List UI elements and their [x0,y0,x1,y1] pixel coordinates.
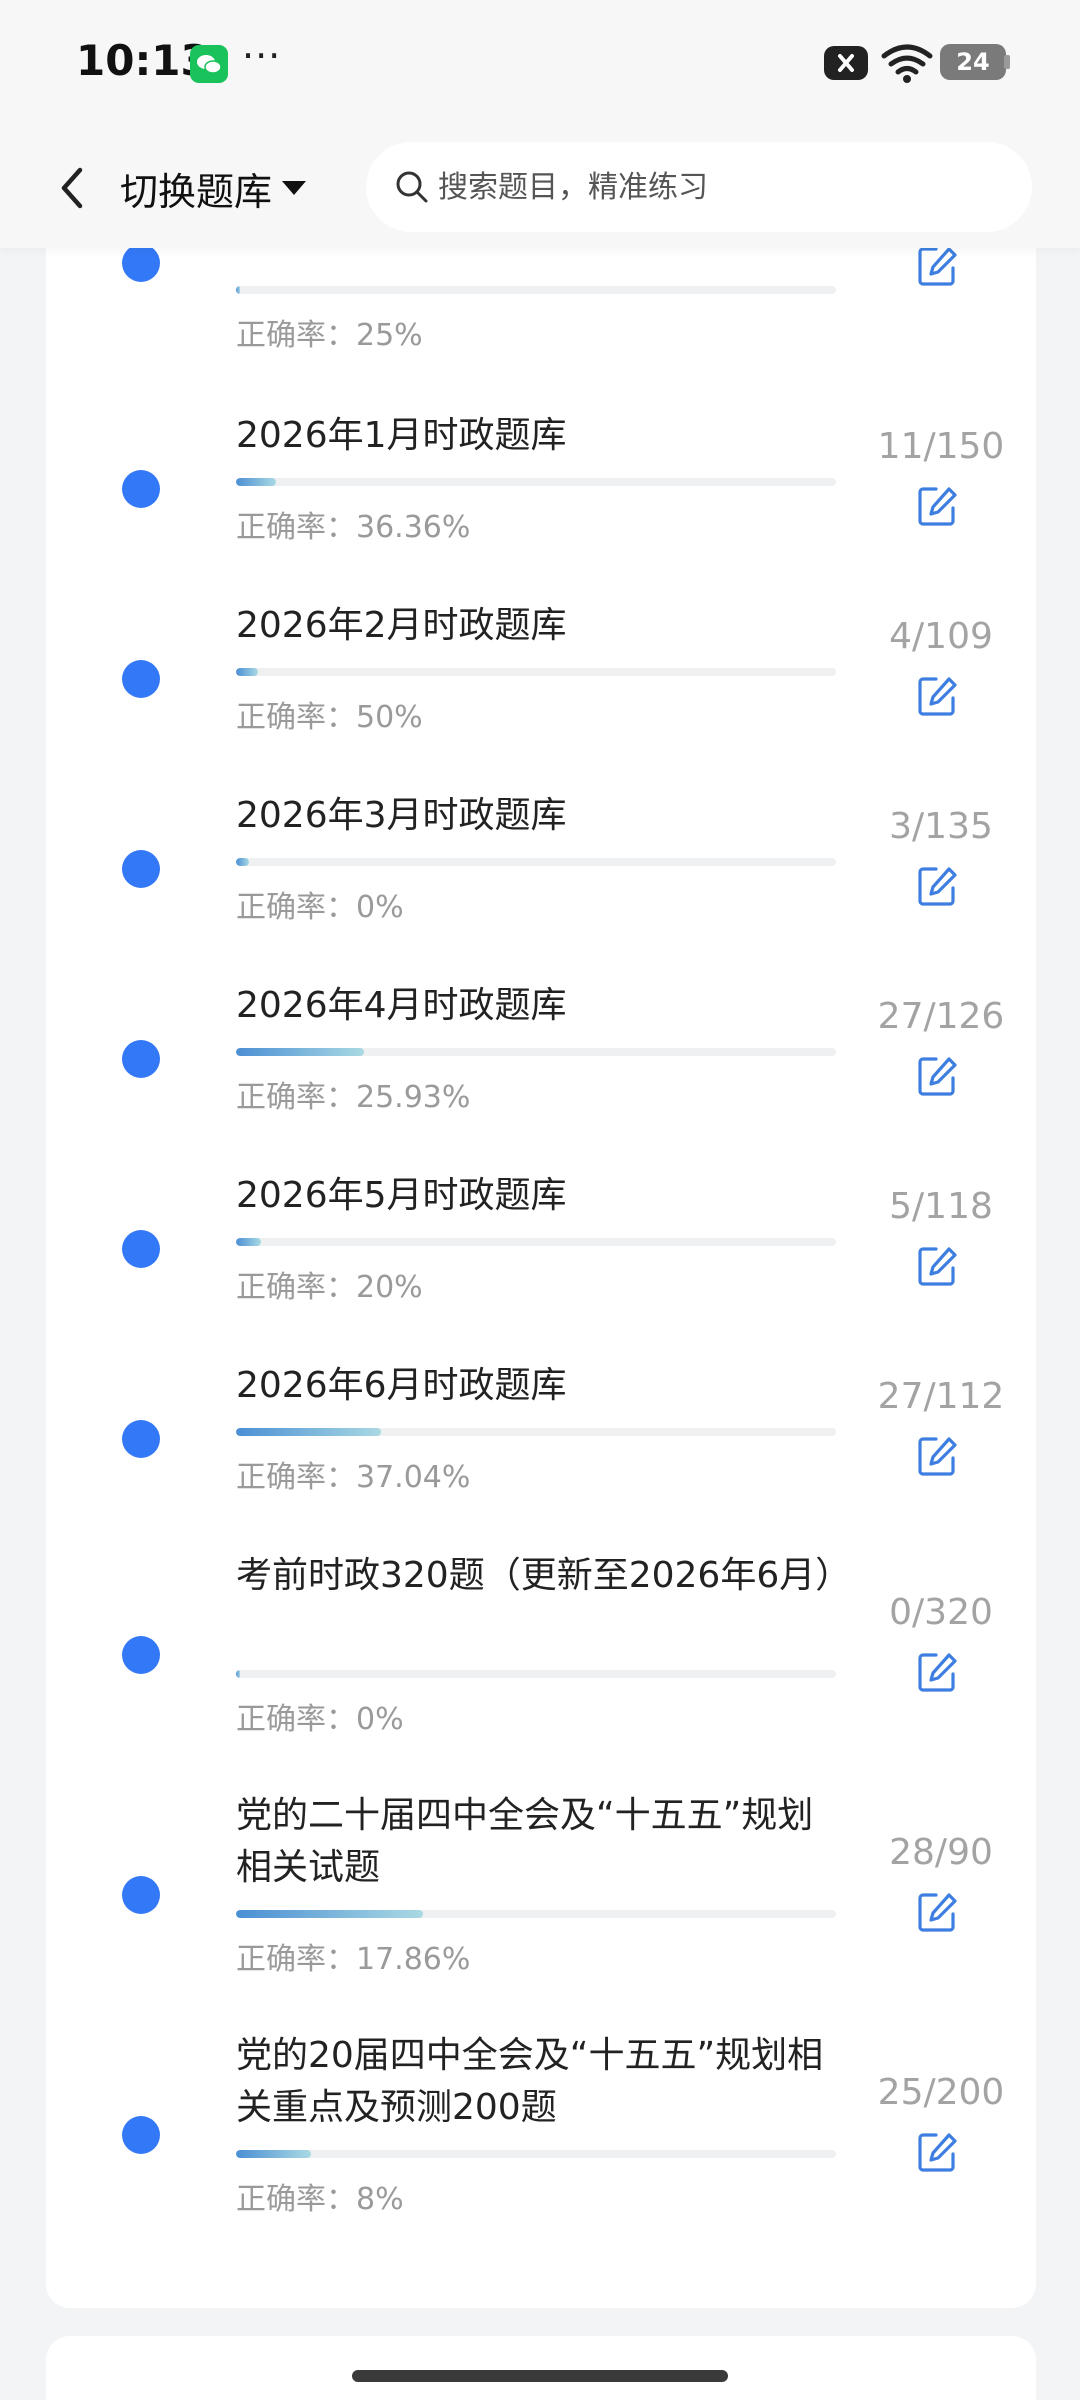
top-navigation: 切换题库 [0,128,1080,248]
question-bank-item[interactable]: 2026年3月时政题库正确率：0% 3/135 [46,790,1036,990]
progress-bar [236,1048,836,1056]
edit-practice-icon[interactable] [916,1650,960,1694]
status-dot [122,1876,160,1914]
status-dot [122,244,160,282]
wechat-icon [190,45,228,83]
question-bank-item[interactable]: 党的二十届四中全会及“十五五”规划相关试题正确率：17.86% 28/90 [46,1790,1036,1990]
accuracy-text: 正确率：25.93% [236,1080,471,1115]
progress-count: 0/320 [889,1592,993,1633]
accuracy-text: 正确率：17.86% [236,1942,471,1977]
question-bank-item[interactable]: 2026年5月时政题库正确率：20% 5/118 [46,1170,1036,1370]
switch-bank-dropdown[interactable]: 切换题库 [120,158,307,218]
accuracy-text: 正确率：20% [236,1270,423,1305]
accuracy-text: 正确率：50% [236,700,423,735]
progress-count: 25/200 [877,2072,1005,2113]
progress-bar [236,286,836,294]
accuracy-text: 正确率：37.04% [236,1460,471,1495]
edit-practice-icon[interactable] [916,1244,960,1288]
progress-fill [236,668,259,676]
back-arrow-icon[interactable] [44,158,104,218]
status-dot [122,1040,160,1078]
question-bank-item[interactable]: 党的20届四中全会及“十五五”规划相关重点及预测200题正确率：8% 25/200 [46,2030,1036,2230]
battery-level: 24 [956,48,990,76]
edit-practice-icon[interactable] [916,2130,960,2174]
status-dot [122,1420,160,1458]
progress-fill [236,478,277,486]
edit-practice-icon[interactable] [916,1054,960,1098]
accuracy-text: 正确率：25% [236,318,423,353]
item-title: 2026年6月时政题库 [236,1365,567,1406]
more-notifications-icon: ··· [242,34,282,78]
caret-down-icon [282,181,307,195]
search-bar[interactable] [366,142,1032,232]
item-title: 2026年5月时政题库 [236,1175,567,1216]
accuracy-text: 正确率：36.36% [236,510,471,545]
status-dot [122,660,160,698]
status-dot [122,1636,160,1674]
battery-icon: 24 [940,44,1006,80]
item-title: 2026年4月时政题库 [236,985,567,1026]
close-notification-icon [824,46,868,80]
progress-bar [236,1910,836,1918]
item-title: 2026年3月时政题库 [236,795,567,836]
progress-fill [236,1910,423,1918]
progress-count: 28/90 [889,1832,993,1873]
progress-bar [236,668,836,676]
status-dot [122,1230,160,1268]
question-bank-item[interactable]: 2026年1月时政题库正确率：36.36% 11/150 [46,410,1036,610]
progress-fill [236,2150,311,2158]
screen: 10:13 ··· 24 年12月正确率：25%4/3192026年1月时政题库… [0,0,1080,2400]
edit-practice-icon[interactable] [916,674,960,718]
item-title: 2026年1月时政题库 [236,415,567,456]
question-bank-item[interactable]: 2026年2月时政题库正确率：50% 4/109 [46,600,1036,800]
battery-tip [1004,55,1010,69]
question-bank-item[interactable]: 2026年4月时政题库正确率：25.93% 27/126 [46,980,1036,1180]
wifi-icon [881,44,933,83]
question-bank-list: 年12月正确率：25%4/3192026年1月时政题库正确率：36.36%11/… [46,180,1036,2308]
edit-practice-icon[interactable] [916,864,960,908]
progress-count: 27/112 [877,1376,1005,1417]
accuracy-text: 正确率：0% [236,890,404,925]
progress-bar [236,1670,836,1678]
progress-bar [236,2150,836,2158]
progress-count: 5/118 [889,1186,993,1227]
progress-bar [236,1428,836,1436]
progress-count: 27/126 [877,996,1005,1037]
progress-fill [236,1048,365,1056]
accuracy-text: 正确率：8% [236,2182,404,2217]
question-bank-item[interactable]: 考前时政320题（更新至2026年6月） 正确率：0% 0/320 [46,1550,1036,1750]
progress-fill [236,286,240,294]
edit-practice-icon[interactable] [916,484,960,528]
progress-bar [236,1238,836,1246]
accuracy-text: 正确率：0% [236,1702,404,1737]
status-dot [122,2116,160,2154]
item-title: 党的二十届四中全会及“十五五”规划相关试题 [236,1795,814,1888]
search-input[interactable] [438,169,998,205]
progress-fill [236,1670,240,1678]
progress-count: 11/150 [877,426,1005,467]
progress-count: 4/109 [889,616,993,657]
edit-practice-icon[interactable] [916,244,960,288]
item-title: 2026年2月时政题库 [236,605,567,646]
status-dot [122,850,160,888]
item-title: 考前时政320题（更新至2026年6月） [236,1555,852,1596]
progress-bar [236,478,836,486]
progress-fill [236,858,250,866]
item-title: 党的20届四中全会及“十五五”规划相关重点及预测200题 [236,2035,824,2128]
edit-practice-icon[interactable] [916,1890,960,1934]
progress-bar [236,858,836,866]
next-card [46,2336,1036,2400]
progress-fill [236,1238,262,1246]
edit-practice-icon[interactable] [916,1434,960,1478]
status-bar: 10:13 ··· 24 [0,0,1080,128]
question-bank-item[interactable]: 2026年6月时政题库正确率：37.04% 27/112 [46,1360,1036,1560]
progress-fill [236,1428,381,1436]
home-indicator[interactable] [352,2370,728,2382]
progress-count: 3/135 [889,806,993,847]
status-dot [122,470,160,508]
switch-bank-label: 切换题库 [120,169,273,214]
search-icon [396,171,428,203]
